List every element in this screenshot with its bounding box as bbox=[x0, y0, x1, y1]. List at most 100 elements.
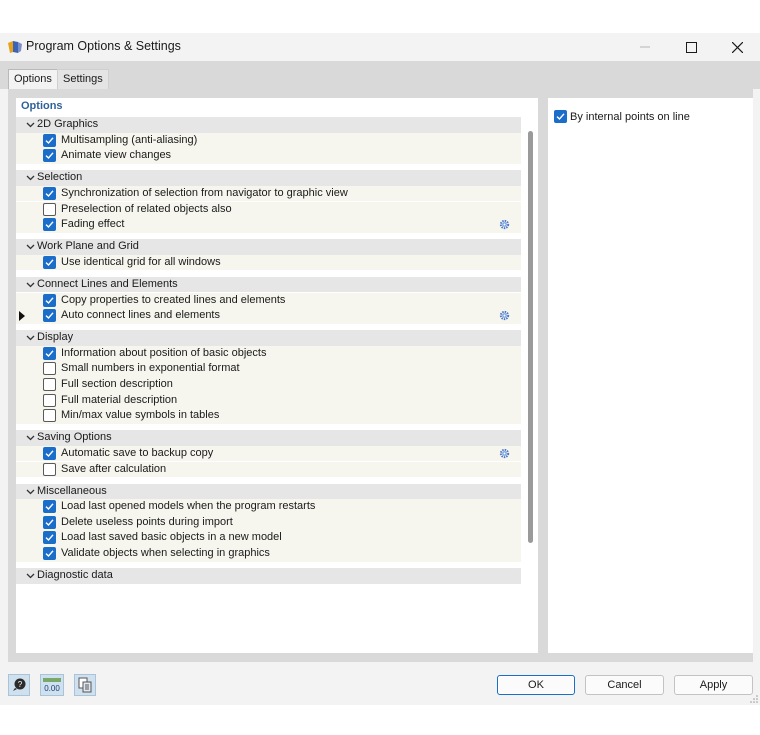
option-checkbox[interactable] bbox=[43, 255, 56, 269]
option-label: Information about position of basic obje… bbox=[61, 346, 267, 359]
option-row[interactable]: Load last saved basic objects in a new m… bbox=[16, 530, 521, 546]
ok-button[interactable]: OK bbox=[497, 675, 575, 695]
chevron-down-icon[interactable] bbox=[26, 173, 35, 182]
group-label: Saving Options bbox=[37, 431, 112, 444]
gear-icon[interactable] bbox=[499, 219, 510, 230]
option-label: Load last opened models when the program… bbox=[61, 500, 316, 513]
option-label: Delete useless points during import bbox=[61, 515, 233, 528]
chevron-down-icon[interactable] bbox=[26, 242, 35, 251]
option-row[interactable]: Auto connect lines and elements bbox=[16, 308, 521, 324]
option-row[interactable]: Copy properties to created lines and ele… bbox=[16, 292, 521, 309]
option-row[interactable]: Load last opened models when the program… bbox=[16, 499, 521, 515]
option-row[interactable]: Synchronization of selection from naviga… bbox=[16, 185, 521, 202]
checkmark-icon bbox=[556, 113, 565, 121]
maximize-icon bbox=[685, 41, 697, 53]
group-header-row[interactable]: Miscellaneous bbox=[16, 483, 521, 500]
tab-options[interactable]: Options bbox=[8, 69, 58, 89]
option-label: Auto connect lines and elements bbox=[61, 309, 220, 322]
units-icon: 0.00 bbox=[43, 678, 61, 693]
group-label: Selection bbox=[37, 171, 83, 184]
group-label: Work Plane and Grid bbox=[37, 240, 139, 253]
chevron-down-icon[interactable] bbox=[26, 333, 35, 342]
checkmark-icon bbox=[45, 221, 54, 229]
copy-settings-button[interactable] bbox=[74, 674, 96, 696]
option-row[interactable]: Validate objects when selecting in graph… bbox=[16, 546, 521, 562]
option-checkbox[interactable] bbox=[43, 378, 56, 391]
option-row[interactable]: Multisampling (anti-aliasing) bbox=[16, 132, 521, 149]
option-row[interactable]: Use identical grid for all windows bbox=[16, 254, 521, 271]
option-checkbox[interactable] bbox=[43, 346, 56, 360]
units-button[interactable]: 0.00 bbox=[40, 674, 64, 696]
checkmark-icon bbox=[45, 296, 54, 304]
option-label: Automatic save to backup copy bbox=[61, 446, 214, 459]
chevron-down-icon[interactable] bbox=[26, 571, 35, 580]
option-row[interactable]: Animate view changes bbox=[16, 148, 521, 164]
option-row[interactable]: Full section description bbox=[16, 377, 521, 393]
current-row-arrow-icon bbox=[19, 311, 25, 322]
resize-grip-icon[interactable] bbox=[750, 695, 758, 703]
group-header-row[interactable]: Selection bbox=[16, 170, 521, 186]
option-checkbox[interactable] bbox=[43, 409, 56, 423]
checkmark-icon bbox=[45, 350, 54, 357]
group-header-row[interactable]: Display bbox=[16, 330, 521, 346]
option-label: Full section description bbox=[61, 378, 173, 390]
option-checkbox[interactable] bbox=[43, 531, 56, 545]
tab-content: Options 2D Graphics Multisampling (anti-a… bbox=[8, 89, 753, 662]
options-scrollbar[interactable] bbox=[528, 131, 533, 543]
checkmark-icon bbox=[45, 136, 54, 144]
internal-points-checkbox[interactable] bbox=[554, 110, 567, 123]
minimize-button[interactable] bbox=[622, 33, 668, 61]
option-checkbox[interactable] bbox=[43, 462, 56, 476]
maximize-button[interactable] bbox=[668, 33, 714, 61]
option-label: Copy properties to created lines and ele… bbox=[61, 293, 286, 306]
cancel-button[interactable]: Cancel bbox=[585, 675, 664, 695]
chevron-down-icon[interactable] bbox=[26, 487, 35, 496]
group-header-row[interactable]: Saving Options bbox=[16, 430, 521, 446]
help-icon: ? bbox=[13, 678, 26, 691]
option-checkbox[interactable] bbox=[43, 293, 56, 307]
checkmark-icon bbox=[45, 152, 54, 160]
option-checkbox[interactable] bbox=[43, 186, 56, 200]
option-row[interactable]: Fading effect bbox=[16, 217, 521, 233]
chevron-down-icon[interactable] bbox=[26, 120, 35, 129]
help-button[interactable]: ? bbox=[8, 674, 30, 696]
apply-button[interactable]: Apply bbox=[674, 675, 753, 695]
dialog-footer: ? 0.00 OK Cancel Apply bbox=[0, 666, 760, 705]
option-row[interactable]: Preselection of related objects also bbox=[16, 201, 521, 218]
option-label: Save after calculation bbox=[61, 462, 167, 475]
checkmark-icon bbox=[45, 503, 54, 511]
group-label: Connect Lines and Elements bbox=[37, 277, 178, 290]
chevron-down-icon[interactable] bbox=[26, 280, 35, 289]
svg-text:?: ? bbox=[18, 680, 23, 689]
option-checkbox[interactable] bbox=[43, 515, 56, 529]
option-checkbox[interactable] bbox=[43, 202, 56, 216]
option-checkbox[interactable] bbox=[43, 218, 56, 232]
group-header-row[interactable]: Connect Lines and Elements bbox=[16, 276, 521, 293]
gear-icon[interactable] bbox=[499, 448, 510, 459]
option-checkbox[interactable] bbox=[43, 309, 56, 323]
group-header-row[interactable]: Diagnostic data bbox=[16, 568, 521, 584]
option-row[interactable]: Small numbers in exponential format bbox=[16, 361, 521, 377]
chevron-down-icon[interactable] bbox=[26, 433, 35, 442]
checkmark-icon bbox=[45, 534, 54, 542]
option-checkbox[interactable] bbox=[43, 547, 56, 560]
options-dialog: Program Options & Settings Options Setti… bbox=[0, 33, 760, 705]
option-row[interactable]: Save after calculation bbox=[16, 461, 521, 478]
gear-icon[interactable] bbox=[499, 310, 510, 321]
close-button[interactable] bbox=[714, 33, 760, 61]
option-checkbox[interactable] bbox=[43, 393, 56, 407]
option-checkbox[interactable] bbox=[43, 362, 56, 376]
option-checkbox[interactable] bbox=[43, 446, 56, 460]
option-checkbox[interactable] bbox=[43, 500, 56, 514]
option-row[interactable]: Delete useless points during import bbox=[16, 514, 521, 531]
group-header-row[interactable]: 2D Graphics bbox=[16, 117, 521, 133]
option-checkbox[interactable] bbox=[43, 133, 56, 147]
option-row[interactable]: Automatic save to backup copy bbox=[16, 445, 521, 462]
option-row[interactable]: Information about position of basic obje… bbox=[16, 345, 521, 362]
option-row[interactable]: Full material description bbox=[16, 392, 521, 409]
group-header-row[interactable]: Work Plane and Grid bbox=[16, 239, 521, 255]
tab-settings[interactable]: Settings bbox=[57, 69, 109, 89]
option-checkbox[interactable] bbox=[43, 149, 56, 163]
title-bar: Program Options & Settings bbox=[0, 33, 760, 61]
option-row[interactable]: Min/max value symbols in tables bbox=[16, 408, 521, 424]
